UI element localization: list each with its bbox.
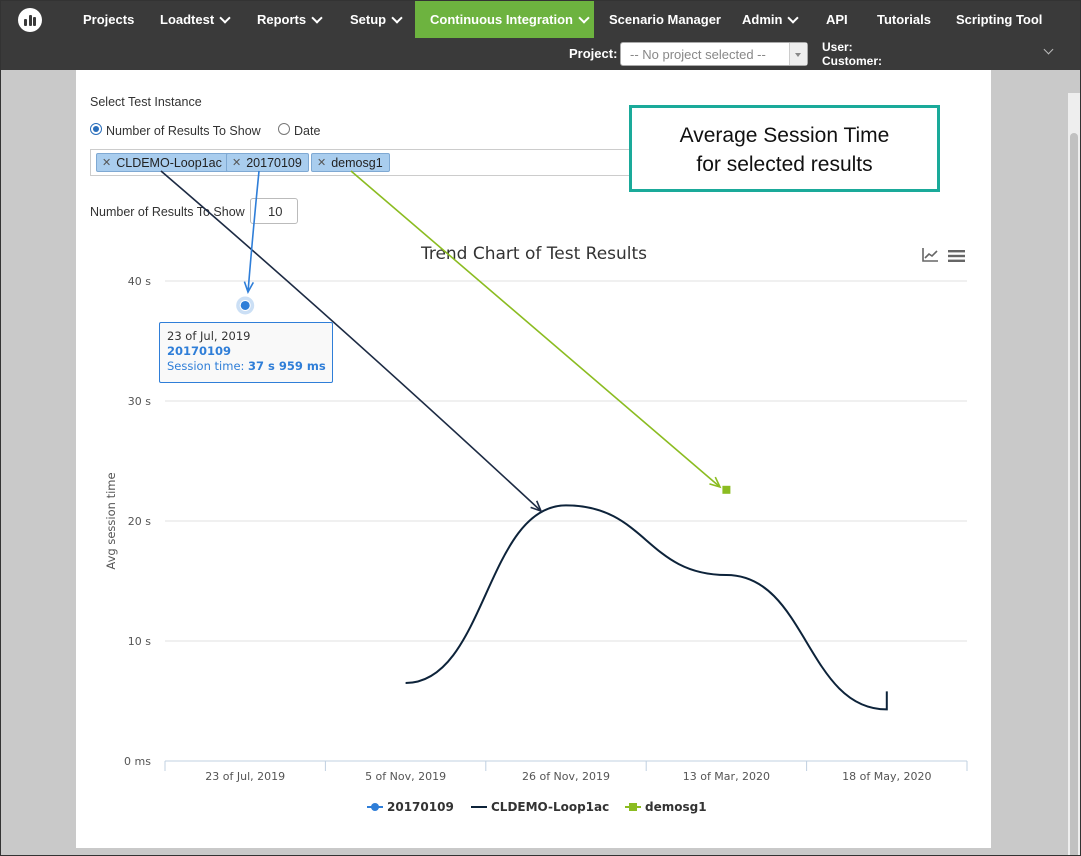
data-point-20170109[interactable] [239, 299, 251, 311]
nav-item-admin[interactable]: Admin [742, 1, 800, 38]
y-tick-label: 30 s [128, 395, 151, 408]
nav-item-continuous-integration[interactable]: Continuous Integration [415, 1, 594, 38]
legend-item[interactable]: CLDEMO-Loop1ac [491, 800, 609, 814]
user-label: User: [822, 40, 853, 54]
nav-item-scenario-manager[interactable]: Scenario Manager [609, 1, 721, 38]
nav-item-setup[interactable]: Setup [350, 1, 403, 38]
radio-number-of-results[interactable] [90, 123, 102, 135]
chevron-down-icon [311, 11, 323, 24]
project-select[interactable]: -- No project selected -- [620, 42, 808, 66]
tag-chip[interactable]: ✕ 20170109 [226, 153, 309, 172]
top-navigation-bar: Projects Loadtest Reports Setup Continuous I… [1, 1, 1080, 70]
select-instance-label: Select Test Instance [90, 95, 202, 109]
y-axis-label: Avg session time [104, 472, 118, 569]
data-point-demosg1[interactable] [722, 485, 731, 494]
chart-menu-icon[interactable] [948, 249, 965, 263]
customer-label: Customer: [822, 54, 883, 68]
y-tick-label: 0 ms [124, 755, 151, 768]
nav-item-tutorials[interactable]: Tutorials [877, 1, 931, 38]
nav-item-label: Admin [742, 12, 783, 27]
nav-item-scripting-tool[interactable]: Scripting Tool [956, 1, 1042, 38]
nav-item-label: Loadtest [160, 12, 215, 27]
chevron-down-icon [391, 11, 403, 24]
radio-date[interactable] [278, 123, 290, 135]
tag-chip[interactable]: ✕ demosg1 [311, 153, 390, 172]
project-label: Project: [569, 46, 618, 61]
nav-item-projects[interactable]: Projects [83, 1, 134, 38]
legend-marker [629, 803, 637, 811]
nav-item-label: Scenario Manager [609, 12, 721, 27]
radio-date-label[interactable]: Date [294, 124, 320, 138]
chevron-down-icon[interactable] [789, 43, 807, 65]
y-tick-label: 40 s [128, 275, 151, 288]
tooltip-date: 23 of Jul, 2019 [167, 329, 251, 343]
legend-item[interactable]: 20170109 [387, 800, 454, 814]
results-count-input[interactable]: 10 [250, 198, 298, 224]
legend-marker [371, 803, 379, 811]
chevron-down-icon [578, 11, 590, 24]
results-count-label: Number of Results To Show [90, 205, 245, 219]
nav-item-loadtest[interactable]: Loadtest [160, 1, 231, 38]
user-menu-chevron-icon[interactable] [1043, 44, 1054, 55]
nav-item-label: Setup [350, 12, 387, 27]
app-logo-icon[interactable] [18, 8, 42, 32]
nav-item-label: Projects [83, 12, 135, 27]
callout-line-1: Average Session Time [679, 124, 890, 147]
legend-item[interactable]: demosg1 [645, 800, 707, 814]
nav-item-label: API [826, 12, 848, 27]
tooltip-series: 20170109 [167, 344, 232, 358]
tooltip-metric-label: Session time: [167, 359, 249, 373]
x-tick-label: 13 of Mar, 2020 [683, 770, 770, 783]
tag-label: demosg1 [331, 155, 383, 170]
x-tick-label: 5 of Nov, 2019 [365, 770, 446, 783]
chart-tooltip: 23 of Jul, 2019 20170109 Session time: 3… [159, 322, 333, 383]
nav-item-reports[interactable]: Reports [257, 1, 323, 38]
tooltip-metric-value: 37 s 959 ms [248, 359, 326, 373]
page-scrollbar[interactable] [1068, 93, 1080, 855]
y-tick-label: 10 s [128, 635, 151, 648]
radio-number-of-results-label[interactable]: Number of Results To Show [106, 124, 261, 138]
tooltip-metric: Session time: 37 s 959 ms [167, 359, 332, 374]
callout-line-2: for selected results [696, 153, 873, 176]
tag-label: 20170109 [246, 155, 302, 170]
x-tick-label: 18 of May, 2020 [842, 770, 931, 783]
remove-tag-icon[interactable]: ✕ [232, 156, 241, 169]
scrollbar-thumb[interactable] [1070, 133, 1078, 855]
nav-item-label: Scripting Tool [956, 12, 1043, 27]
remove-tag-icon[interactable]: ✕ [317, 156, 326, 169]
x-tick-label: 26 of Nov, 2019 [522, 770, 610, 783]
chevron-down-icon [219, 11, 231, 24]
chart-title: Trend Chart of Test Results [420, 244, 647, 264]
app-window: Projects Loadtest Reports Setup Continuous I… [0, 0, 1081, 856]
nav-item-label: Continuous Integration [430, 12, 573, 27]
x-tick-label: 23 of Jul, 2019 [205, 770, 285, 783]
nav-item-label: Tutorials [877, 12, 931, 27]
nav-item-label: Reports [257, 12, 307, 27]
annotation-callout: Average Session Time for selected result… [629, 105, 940, 192]
tag-label: CLDEMO-Loop1ac [116, 155, 222, 170]
chart-type-icon[interactable] [921, 247, 939, 263]
nav-item-api[interactable]: API [826, 1, 848, 38]
chevron-down-icon [787, 11, 800, 24]
remove-tag-icon[interactable]: ✕ [102, 156, 111, 169]
y-tick-label: 20 s [128, 515, 151, 528]
project-select-value: -- No project selected -- [630, 47, 766, 62]
tag-chip[interactable]: ✕ CLDEMO-Loop1ac [96, 153, 229, 172]
